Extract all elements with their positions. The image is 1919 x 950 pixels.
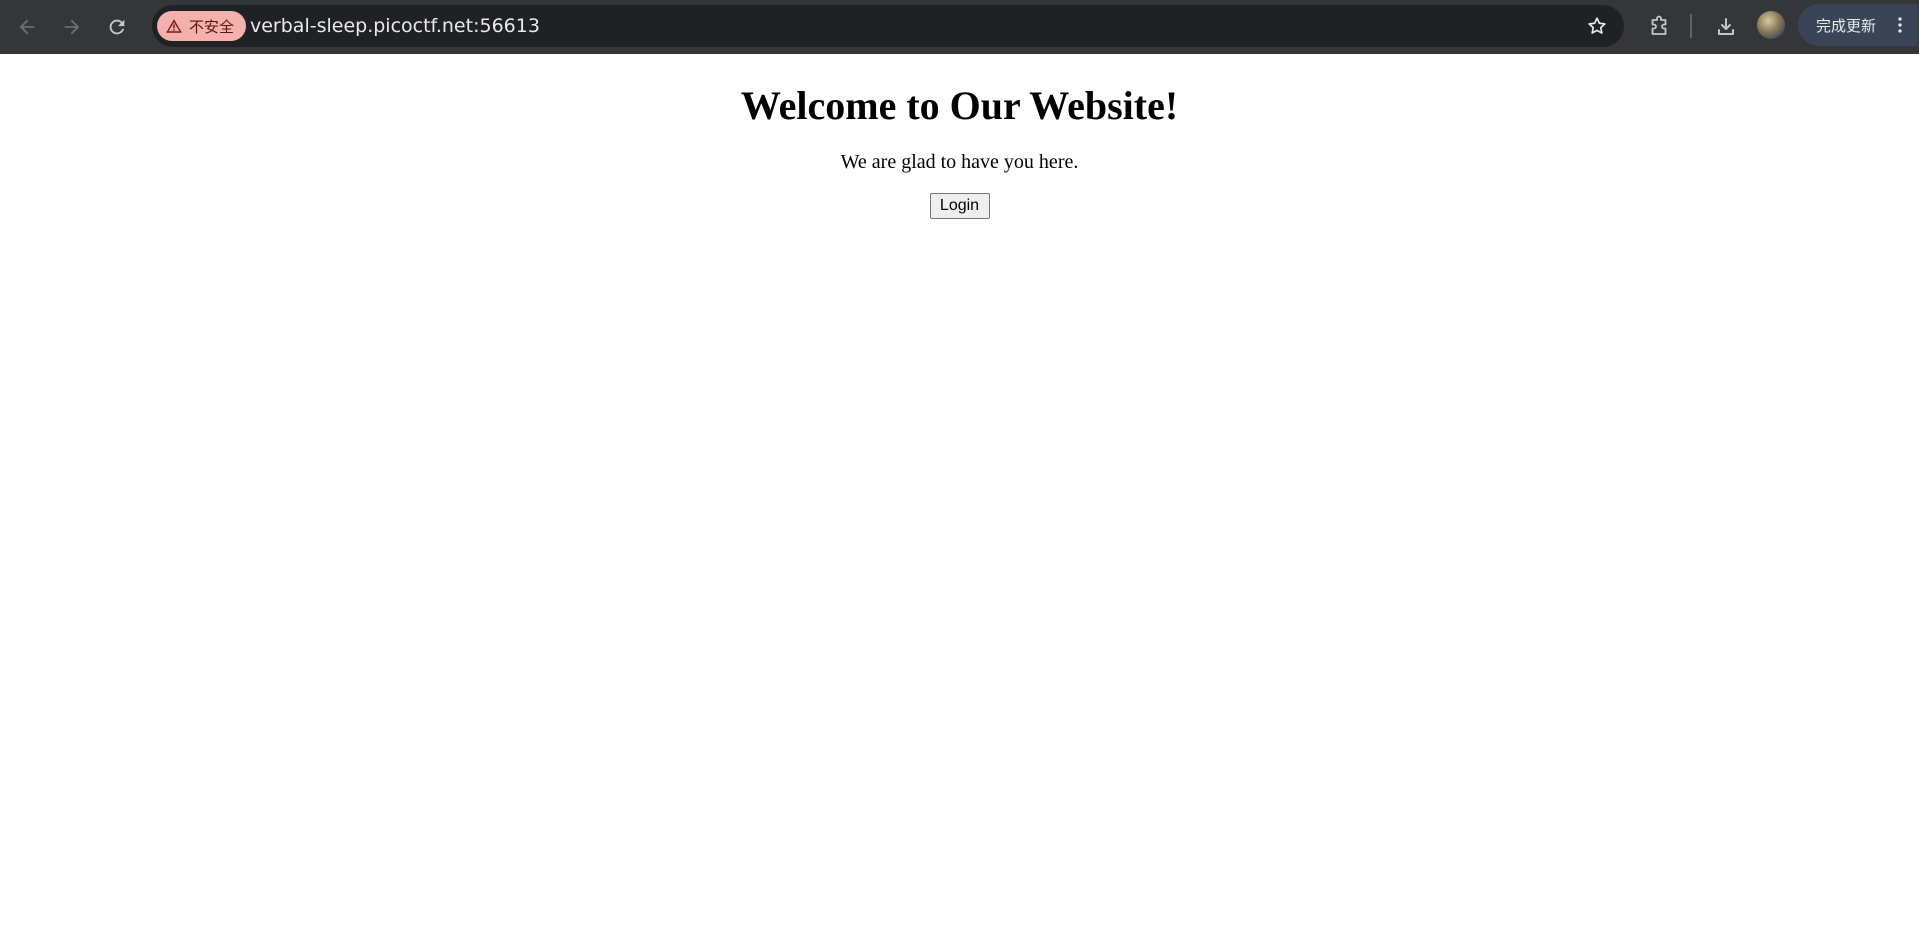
update-button[interactable]: 完成更新	[1798, 4, 1918, 46]
back-button[interactable]	[9, 9, 45, 45]
security-label: 不安全	[189, 17, 235, 36]
browser-toolbar: 不安全 verbal-sleep.picoctf.net:56613 完成更新	[0, 0, 1919, 54]
kebab-menu-icon	[1898, 17, 1902, 33]
menu-button[interactable]	[1890, 13, 1910, 37]
url-text[interactable]: verbal-sleep.picoctf.net:56613	[250, 5, 540, 47]
forward-arrow-icon	[64, 19, 80, 35]
reload-button[interactable]	[99, 9, 135, 45]
page-subtitle: We are glad to have you here.	[840, 151, 1079, 173]
page-title: Welcome to Our Website!	[740, 83, 1179, 128]
update-label: 完成更新	[1816, 16, 1877, 35]
forward-button[interactable]	[54, 9, 90, 45]
toolbar-divider	[1690, 14, 1692, 38]
puzzle-piece-icon	[1651, 15, 1667, 35]
bookmark-button[interactable]	[1584, 13, 1610, 39]
security-indicator[interactable]: 不安全	[157, 11, 247, 41]
downloads-button[interactable]	[1710, 11, 1742, 43]
page-content: Welcome to Our Website! We are glad to h…	[0, 54, 1919, 950]
avatar[interactable]	[1757, 11, 1785, 39]
back-arrow-icon	[19, 19, 35, 35]
login-button[interactable]: Login	[929, 193, 990, 219]
download-icon	[1718, 18, 1734, 35]
warning-triangle-icon	[166, 19, 182, 33]
extensions-button[interactable]	[1643, 11, 1675, 43]
address-bar[interactable]: 不安全 verbal-sleep.picoctf.net:56613	[152, 5, 1624, 47]
star-icon	[1588, 17, 1606, 34]
reload-icon	[109, 19, 125, 35]
